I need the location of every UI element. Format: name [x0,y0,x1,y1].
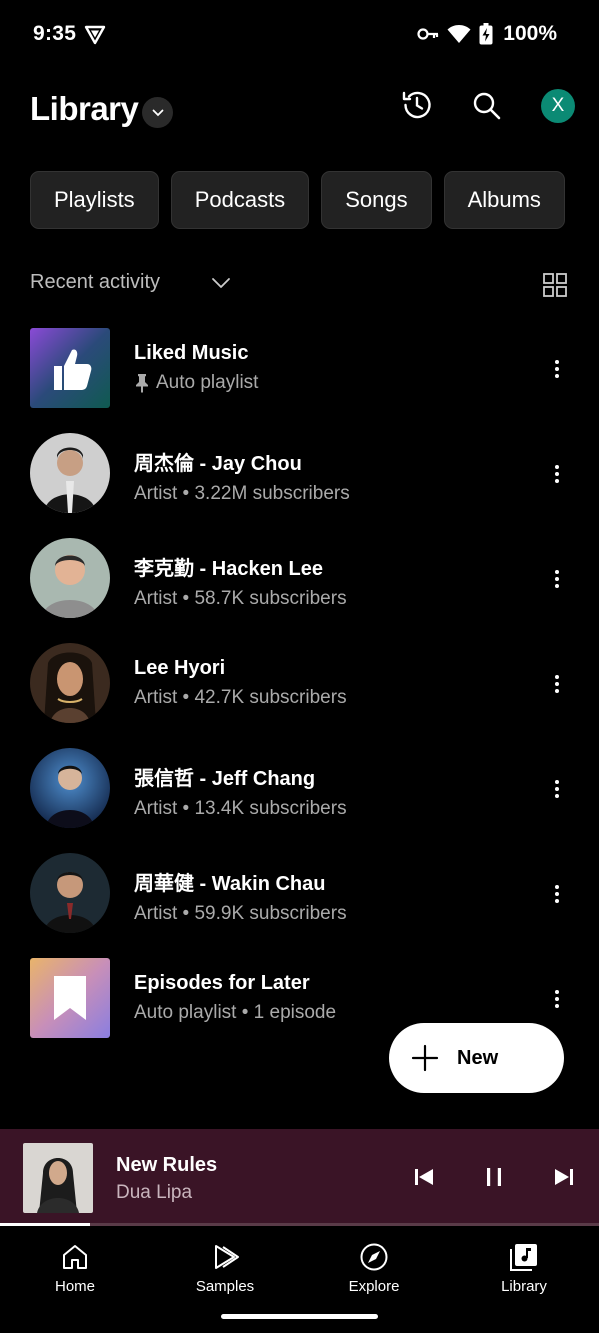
liked-music-thumbnail [30,328,110,408]
status-bar: 9:35 100% [0,0,599,70]
page-title: Library [30,90,139,127]
playback-progress-bar[interactable] [0,1223,599,1226]
status-icons: 100% [417,22,557,46]
more-options-button[interactable] [546,356,568,382]
mini-player[interactable]: New Rules Dua Lipa [0,1129,599,1226]
nav-samples[interactable]: Samples [170,1242,280,1312]
nav-explore[interactable]: Explore [319,1242,429,1312]
chip-playlists[interactable]: Playlists [30,171,159,229]
chevron-down-icon[interactable] [210,272,232,294]
item-title: Episodes for Later [134,972,310,994]
battery-percentage: 100% [503,22,557,45]
vpn-icon [84,25,106,45]
more-options-button[interactable] [546,776,568,802]
now-playing-artwork [23,1143,93,1213]
list-item[interactable]: 李克勤 - Hacken Lee Artist • 58.7K subscrib… [0,538,599,643]
avatar[interactable]: X [541,89,575,123]
item-subtitle: Artist • 13.4K subscribers [134,798,347,819]
more-options-button[interactable] [546,566,568,592]
plus-icon [411,1044,439,1072]
nav-home[interactable]: Home [20,1242,130,1312]
episodes-thumbnail [30,958,110,1038]
chevron-down-icon [152,109,163,116]
now-playing-artist: Dua Lipa [116,1182,193,1203]
playback-progress-fill [0,1223,90,1226]
more-options-button[interactable] [546,881,568,907]
chip-songs[interactable]: Songs [321,171,432,229]
list-item[interactable]: 周華健 - Wakin Chau Artist • 59.9K subscrib… [0,853,599,958]
key-icon [417,28,439,40]
sort-dropdown[interactable]: Recent activity [30,271,160,294]
search-icon[interactable] [472,91,502,121]
item-subtitle: Auto playlist [156,372,259,393]
item-subtitle: Artist • 42.7K subscribers [134,687,347,708]
header: Library X [0,80,599,140]
library-list: Liked Music Auto playlist 周杰倫 - Jay Chou… [0,328,599,1063]
artist-avatar [30,538,110,618]
pause-icon[interactable] [484,1166,504,1188]
list-item[interactable]: 周杰倫 - Jay Chou Artist • 3.22M subscriber… [0,433,599,538]
chip-albums[interactable]: Albums [443,171,565,229]
filter-chips: Playlists Podcasts Songs Albums [30,171,599,229]
item-title: 周華健 - Wakin Chau [134,873,326,895]
skip-next-icon[interactable] [553,1166,575,1188]
item-subtitle: Artist • 58.7K subscribers [134,588,347,609]
bottom-navigation: Home Samples Explore Library [0,1228,599,1333]
nav-label: Explore [348,1278,400,1295]
artist-avatar [30,643,110,723]
nav-library[interactable]: Library [469,1242,579,1312]
artist-avatar [30,748,110,828]
item-title: 周杰倫 - Jay Chou [134,453,302,475]
grid-view-icon[interactable] [542,272,568,298]
new-button[interactable]: New [389,1023,564,1093]
nav-label: Library [501,1278,547,1295]
artist-avatar [30,853,110,933]
nav-label: Samples [195,1278,255,1295]
more-options-button[interactable] [546,671,568,697]
item-subtitle: Auto playlist • 1 episode [134,1002,337,1023]
item-title: 張信哲 - Jeff Chang [134,768,316,790]
chip-podcasts[interactable]: Podcasts [170,171,310,229]
home-indicator[interactable] [221,1314,378,1319]
new-button-label: New [457,1046,499,1069]
more-options-button[interactable] [546,986,568,1012]
samples-icon [215,1245,239,1269]
library-dropdown-button[interactable] [142,97,173,128]
item-title: 李克勤 - Hacken Lee [134,558,323,580]
sort-row: Recent activity [30,266,570,300]
explore-icon [360,1243,388,1271]
list-item[interactable]: Liked Music Auto playlist [0,328,599,433]
artist-avatar [30,433,110,513]
nav-label: Home [54,1278,95,1295]
item-subtitle: Artist • 59.9K subscribers [134,903,347,924]
item-title: Lee Hyori [134,657,226,679]
library-icon [510,1244,537,1271]
pin-icon [136,374,148,393]
skip-previous-icon[interactable] [413,1166,435,1188]
home-icon [63,1245,87,1269]
wifi-icon [447,25,471,43]
status-time: 9:35 [33,22,77,45]
history-icon[interactable] [400,88,434,122]
list-item[interactable]: Lee Hyori Artist • 42.7K subscribers [0,643,599,748]
more-options-button[interactable] [546,461,568,487]
list-item[interactable]: 張信哲 - Jeff Chang Artist • 13.4K subscrib… [0,748,599,853]
battery-charging-icon [479,23,493,45]
now-playing-title: New Rules [116,1154,218,1176]
item-title: Liked Music [134,342,249,364]
item-subtitle: Artist • 3.22M subscribers [134,483,350,504]
